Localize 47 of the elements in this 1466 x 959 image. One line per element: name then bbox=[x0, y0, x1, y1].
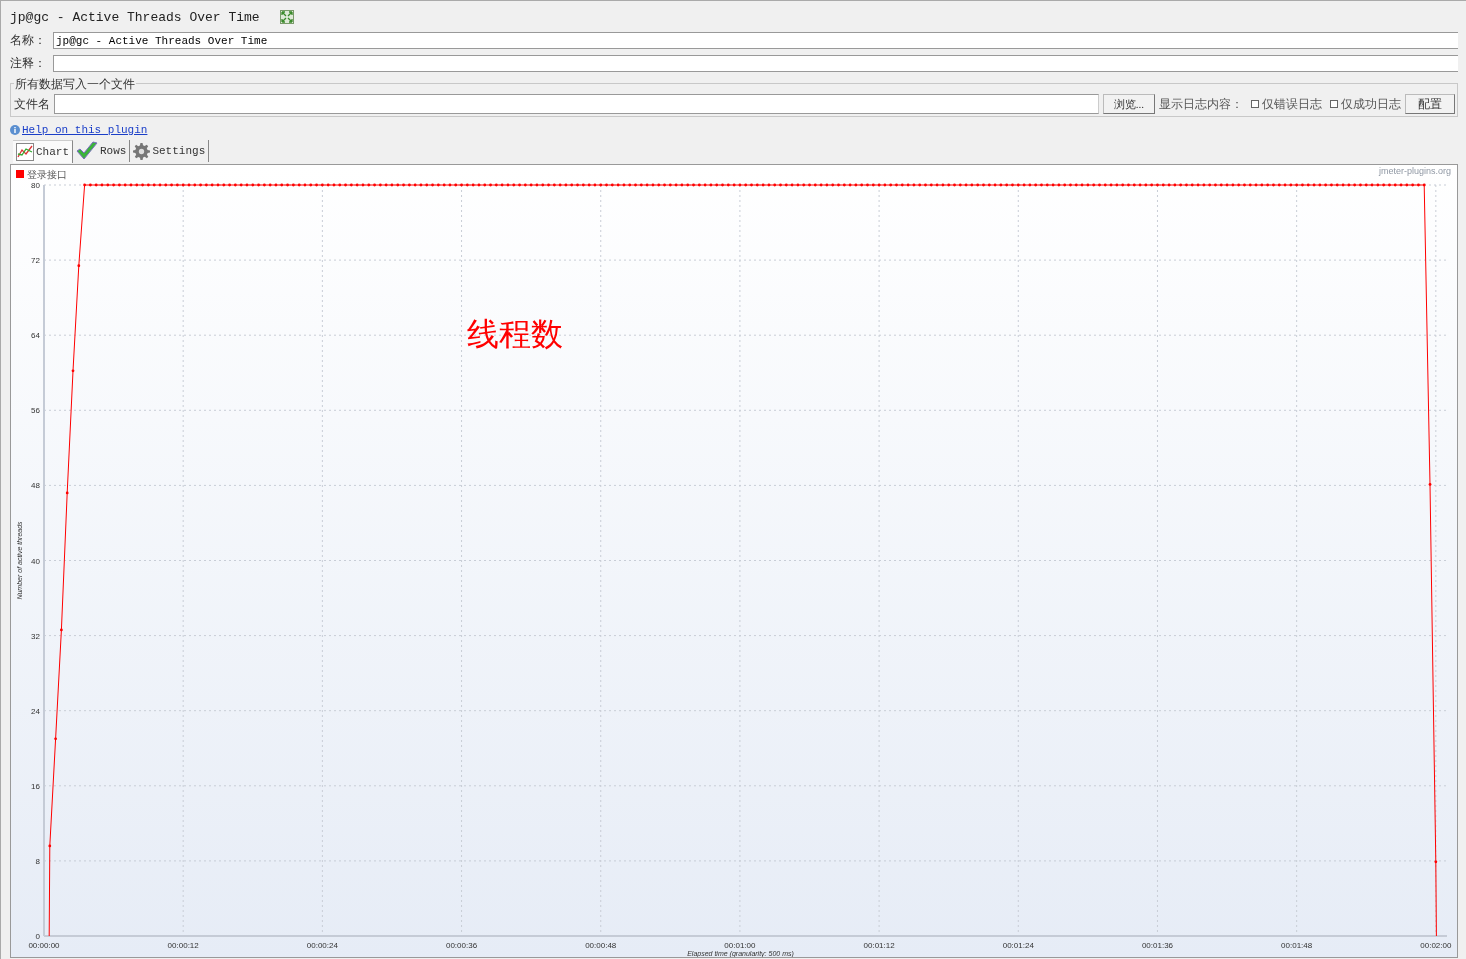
help-link[interactable]: Help on this plugin bbox=[22, 124, 148, 136]
config-button[interactable]: 配置 bbox=[1405, 94, 1455, 114]
x-tick-label: 00:00:48 bbox=[585, 941, 617, 950]
annotation-text: 线程数 bbox=[467, 316, 563, 352]
file-field[interactable] bbox=[54, 94, 1099, 114]
y-tick-label: 8 bbox=[35, 856, 40, 866]
line-chart-icon bbox=[16, 143, 34, 161]
y-tick-label: 56 bbox=[31, 406, 40, 416]
x-tick-label: 00:00:00 bbox=[28, 941, 60, 950]
x-tick-label: 00:01:00 bbox=[724, 941, 756, 950]
tab[interactable]: Rows bbox=[73, 140, 131, 162]
x-tick-label: 00:01:24 bbox=[1002, 941, 1034, 950]
log-checkbox[interactable]: 仅错误日志 bbox=[1251, 95, 1322, 113]
browse-button[interactable]: 浏览... bbox=[1102, 94, 1155, 114]
legend-label: 登录接口 bbox=[27, 169, 67, 180]
x-tick-label: 00:01:48 bbox=[1281, 941, 1313, 950]
y-tick-label: 80 bbox=[31, 181, 40, 190]
comment-label: 注释： bbox=[10, 55, 47, 72]
comment-field[interactable] bbox=[53, 55, 1458, 72]
y-tick-label: 64 bbox=[31, 331, 40, 341]
x-tick-label: 00:00:12 bbox=[167, 941, 199, 950]
y-tick-label: 0 bbox=[35, 932, 40, 941]
panel-title: jp@gc - Active Threads Over Time bbox=[10, 9, 260, 25]
credit-text: jmeter-plugins.org bbox=[1378, 166, 1451, 176]
gear-icon bbox=[133, 142, 151, 160]
file-label: 文件名 bbox=[14, 95, 50, 113]
x-tick-label: 00:00:36 bbox=[446, 941, 478, 950]
y-tick-label: 48 bbox=[31, 481, 40, 491]
y-tick-label: 72 bbox=[31, 256, 40, 266]
name-field[interactable]: jp@gc - Active Threads Over Time bbox=[53, 32, 1458, 49]
y-tick-label: 40 bbox=[31, 556, 40, 566]
x-tick-label: 00:02:00 bbox=[1420, 941, 1452, 950]
name-label: 名称： bbox=[10, 32, 47, 49]
x-tick-label: 00:01:36 bbox=[1141, 941, 1174, 950]
log-label: 显示日志内容： bbox=[1159, 95, 1243, 113]
y-tick-label: 32 bbox=[31, 631, 40, 641]
info-icon bbox=[10, 125, 20, 135]
x-tick-label: 00:01:12 bbox=[863, 941, 895, 950]
y-tick-label: 16 bbox=[31, 781, 40, 791]
log-checkbox[interactable]: 仅成功日志 bbox=[1330, 95, 1401, 113]
checkmark-icon bbox=[76, 141, 98, 161]
expand-icon[interactable] bbox=[279, 10, 294, 24]
y-tick-label: 24 bbox=[31, 706, 40, 716]
x-tick-label: 00:00:24 bbox=[306, 941, 338, 950]
tab[interactable]: Chart bbox=[13, 140, 73, 163]
group-title: 所有数据写入一个文件 bbox=[14, 76, 136, 93]
tab[interactable]: Settings bbox=[130, 140, 210, 162]
